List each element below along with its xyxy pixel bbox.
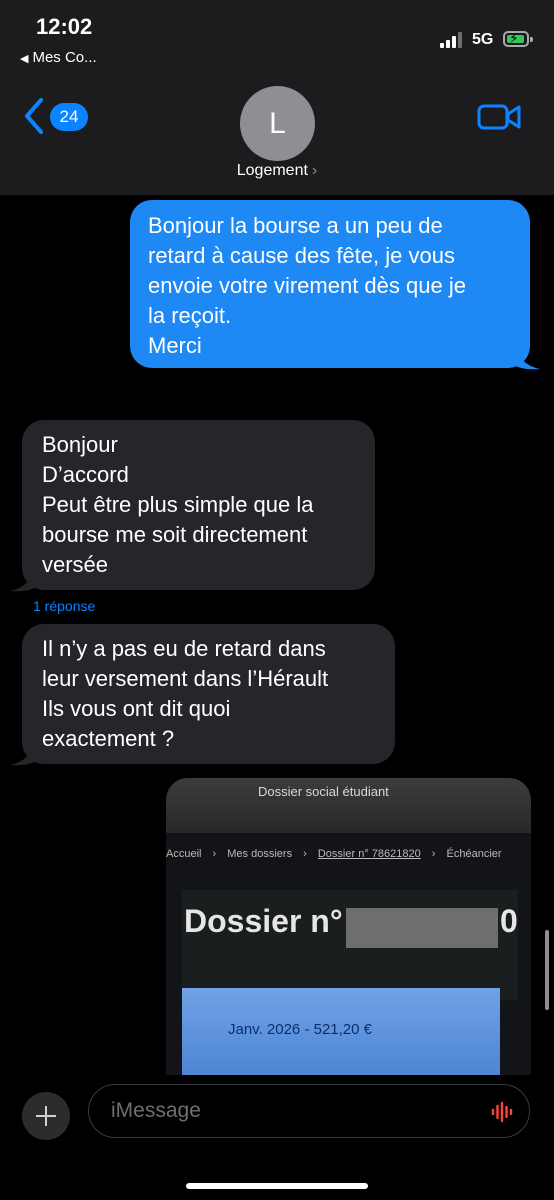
message-line: envoie votre virement dès que je — [148, 273, 466, 298]
message-line: versée — [42, 552, 109, 577]
photo-dossier-title: Dossier n° — [184, 903, 343, 939]
outgoing-message-bubble[interactable]: Bonjour la bourse a un peu de retard à c… — [130, 200, 530, 368]
breadcrumb-item: Échéancier — [446, 848, 502, 860]
thread-reply-count-link[interactable]: 1 réponse — [33, 598, 95, 614]
audio-waveform-icon[interactable] — [491, 1101, 515, 1123]
message-line: Ils vous ont dit quoi — [42, 696, 231, 721]
contact-name: Logement — [236, 162, 308, 179]
contact-name-button[interactable]: Logement › — [0, 162, 554, 180]
bubble-tail — [10, 742, 38, 766]
back-triangle-icon: ◀ — [20, 53, 29, 65]
battery-tip — [530, 37, 533, 42]
chevron-right-icon: › — [311, 162, 318, 179]
apps-plus-button[interactable] — [22, 1092, 70, 1140]
incoming-message-bubble[interactable]: Il n’y a pas eu de retard dans leur vers… — [22, 624, 395, 764]
photo-header-text: Dossier social étudiant — [258, 784, 389, 799]
status-bar: 12:02 ◀ Mes Co... 5G ⚡ — [0, 0, 554, 70]
battery-icon: ⚡ — [503, 30, 529, 47]
breadcrumb-item: Mes dossiers — [227, 848, 293, 860]
network-type: 5G — [472, 31, 494, 48]
message-input[interactable]: iMessage — [88, 1084, 530, 1138]
bubble-tail — [10, 568, 38, 592]
breadcrumb-separator: › — [431, 848, 436, 860]
cellular-signal-icon — [440, 32, 462, 48]
bubble-tail — [512, 346, 540, 370]
back-to-app-link[interactable]: ◀ Mes Co... — [20, 49, 97, 66]
breadcrumb-separator: › — [212, 848, 217, 860]
facetime-video-icon[interactable] — [477, 102, 521, 132]
message-line: Il n’y a pas eu de retard dans — [42, 636, 326, 661]
back-app-label: Mes Co... — [32, 49, 97, 66]
message-line: D’accord — [42, 462, 129, 487]
unread-count-badge[interactable]: 24 — [50, 103, 88, 131]
photo-breadcrumb: Accueil › Mes dossiers › Dossier n° 7862… — [166, 848, 510, 860]
message-input-placeholder: iMessage — [111, 1099, 201, 1122]
message-line: exactement ? — [42, 726, 175, 751]
message-line: bourse me soit directement — [42, 522, 308, 547]
contact-avatar[interactable]: L — [240, 86, 315, 161]
message-line: Bonjour — [42, 432, 118, 457]
message-composer: iMessage — [0, 1075, 554, 1200]
message-line: leur versement dans l’Hérault — [42, 666, 329, 691]
photo-dossier-number-end: 0 — [500, 903, 518, 939]
message-line: Merci — [148, 333, 202, 358]
redaction-block — [346, 908, 498, 948]
image-attachment[interactable]: Dossier social étudiant Accueil › Mes do… — [166, 778, 531, 1078]
message-line: Peut être plus simple que la — [42, 492, 314, 517]
incoming-message-bubble[interactable]: Bonjour D’accord Peut être plus simple q… — [22, 420, 375, 590]
home-indicator — [186, 1183, 368, 1189]
scroll-indicator[interactable] — [545, 930, 549, 1010]
clock: 12:02 — [36, 14, 93, 39]
photo-payment-amount: Janv. 2026 - 521,20 € — [228, 1021, 372, 1038]
message-line: la reçoit. — [148, 303, 232, 328]
breadcrumb-item: Dossier n° 78621820 — [317, 848, 421, 860]
message-line: Bonjour la bourse a un peu de — [148, 213, 443, 238]
message-line: retard à cause des fête, je vous — [148, 243, 455, 268]
breadcrumb-item: Accueil — [166, 848, 202, 860]
back-chevron-icon[interactable] — [22, 96, 46, 136]
conversation-header: 24 L Logement › — [0, 70, 554, 195]
breadcrumb-separator: › — [303, 848, 307, 860]
